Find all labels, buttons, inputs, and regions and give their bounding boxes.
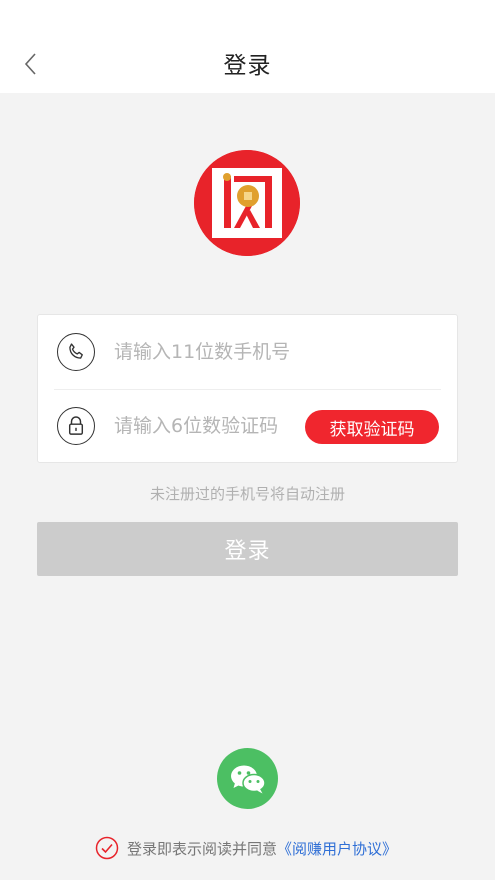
lock-icon-wrap [57, 407, 95, 445]
app-logo-icon [194, 150, 300, 256]
auto-register-hint: 未注册过的手机号将自动注册 [149, 485, 345, 503]
page-title: 登录 [223, 53, 272, 79]
agreement: 登录即表示阅读并同意 《阅赚用户协议》 [95, 835, 397, 861]
get-code-button[interactable]: 获取验证码 [305, 410, 439, 444]
login-page: 登录 请输入11位数手机号 请输入6位数验证码 获取验证码 未注册过的手机号将自… [0, 0, 495, 880]
app-logo [194, 150, 300, 256]
login-form: 获取验证码 [37, 314, 458, 463]
check-circle-icon [95, 836, 119, 860]
phone-icon [69, 343, 83, 359]
header: 登录 [0, 0, 495, 93]
agreement-text: 登录即表示阅读并同意 [127, 839, 278, 858]
phone-icon-wrap [57, 333, 95, 371]
code-row: 获取验证码 [38, 389, 457, 463]
verification-code-input[interactable] [114, 406, 304, 446]
user-agreement-link[interactable]: 《阅赚用户协议》 [277, 838, 397, 859]
login-button[interactable]: 登录 [37, 522, 458, 576]
phone-row [38, 315, 457, 389]
lock-icon [68, 416, 84, 435]
agree-checkbox[interactable] [95, 836, 119, 860]
phone-input[interactable] [114, 332, 434, 372]
wechat-login-button[interactable] [217, 748, 278, 809]
wechat-icon [230, 765, 266, 793]
